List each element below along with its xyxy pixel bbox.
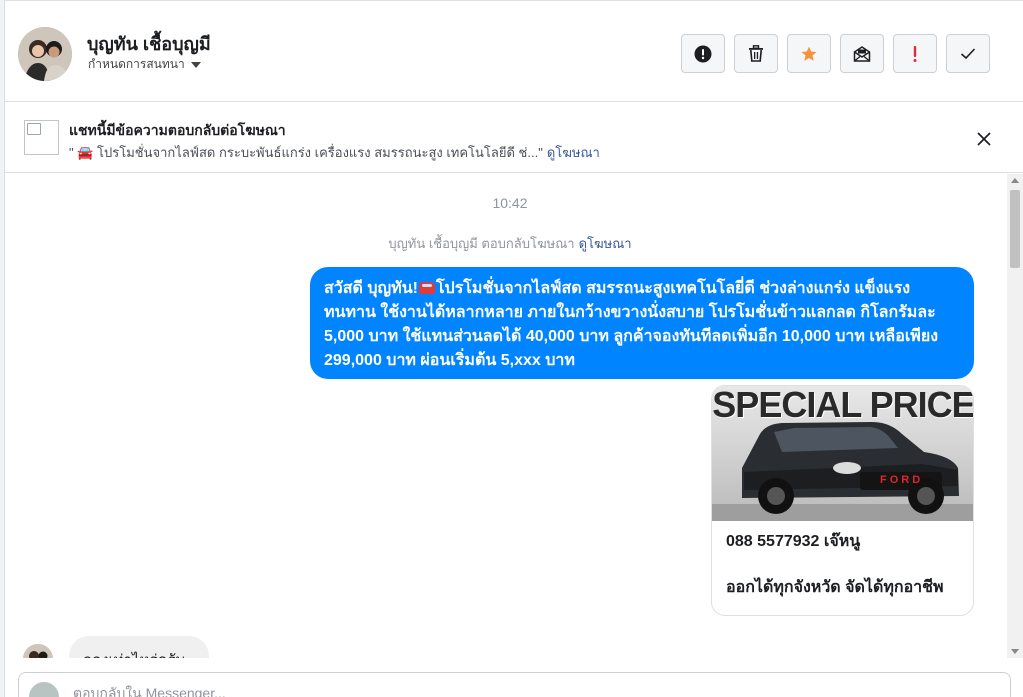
- promo-truck-image: SPECIAL PRICE FORD: [712, 386, 973, 521]
- ad-banner-title: แชทนี้มีข้อความตอบกลับต่อโฆษณา: [69, 122, 286, 138]
- report-spam-button[interactable]: [681, 34, 725, 73]
- promo-image-card[interactable]: SPECIAL PRICE FORD 088 5577932 เจ๊หนู ออ…: [711, 385, 974, 616]
- card-description-line: ออกได้ทุกจังหวัด จัดได้ทุกอาชีพ: [726, 579, 944, 596]
- trash-icon: [749, 45, 763, 62]
- conversation-header: บุญทัน เชื้อบุญมี กำหนดการสนทนา: [5, 0, 1023, 102]
- message-thread[interactable]: 10:42 บุญทัน เชื้อบุญมี ตอบกลับโฆษณา ดูโฆ…: [5, 174, 1007, 658]
- message-text-greeting: สวัสดี บุญทัน!: [324, 280, 418, 297]
- conversation-settings-label: กำหนดการสนทนา: [88, 57, 185, 71]
- reply-note-view-ad-link[interactable]: ดูโฆษณา: [579, 236, 632, 251]
- reply-composer: [18, 672, 1011, 697]
- mark-done-button[interactable]: [946, 34, 990, 73]
- ad-thumbnail[interactable]: [24, 120, 59, 155]
- car-emoji-icon: [418, 282, 435, 294]
- delete-button[interactable]: [734, 34, 778, 73]
- contact-avatar-small: [23, 644, 53, 658]
- grille-text: FORD: [880, 474, 924, 486]
- thread-scrollbar[interactable]: [1007, 174, 1023, 658]
- mark-unread-button[interactable]: [840, 34, 884, 73]
- conversation-toolbar: [681, 34, 990, 73]
- view-ad-link[interactable]: ดูโฆษณา: [547, 145, 600, 160]
- follow-up-button[interactable]: [893, 34, 937, 73]
- contact-avatar[interactable]: [18, 27, 72, 81]
- caret-down-icon: [190, 62, 201, 68]
- checkmark-icon: [960, 48, 976, 60]
- close-icon: [977, 132, 991, 146]
- truck-illustration: [712, 422, 973, 521]
- ad-banner-text: " 🚘 โปรโมชั่นจากไลฟ์สด กระบะพันธ์แกร่ง เ…: [69, 142, 600, 163]
- scrollbar-thumb[interactable]: [1010, 190, 1020, 268]
- scroll-up-arrow-icon[interactable]: [1011, 178, 1019, 183]
- star-button[interactable]: [787, 34, 831, 73]
- message-timestamp: 10:42: [492, 195, 528, 211]
- card-phone-line: 088 5577932 เจ๊หนู: [726, 533, 861, 550]
- contact-name[interactable]: บุญทัน เชื้อบุญมี: [87, 29, 211, 58]
- envelope-icon: [853, 46, 871, 62]
- conversation-settings-dropdown[interactable]: กำหนดการสนทนา: [88, 55, 201, 74]
- incoming-message-bubble[interactable]: ลองเท่าไหร่ครับ: [69, 636, 209, 658]
- outgoing-message-bubble[interactable]: สวัสดี บุญทัน! โปรโมชั่นจากไลฟ์สด สมรรถนะ…: [310, 267, 974, 379]
- exclamation-circle-icon: [694, 45, 712, 62]
- ad-quote-text: " 🚘 โปรโมชั่นจากไลฟ์สด กระบะพันธ์แกร่ง เ…: [69, 145, 543, 160]
- ad-reply-note: บุญทัน เชื้อบุญมี ตอบกลับโฆษณา ดูโฆษณา: [5, 233, 1007, 254]
- reply-input[interactable]: [73, 685, 973, 697]
- star-icon: [801, 46, 817, 61]
- scroll-down-arrow-icon[interactable]: [1011, 649, 1019, 654]
- close-banner-button[interactable]: [972, 127, 996, 151]
- exclamation-icon: [913, 45, 917, 62]
- ad-reply-note-text: บุญทัน เชื้อบุญมี ตอบกลับโฆษณา: [388, 236, 575, 251]
- page-avatar: [29, 682, 59, 697]
- ad-reply-banner: แชทนี้มีข้อความตอบกลับต่อโฆษณา " 🚘 โปรโม…: [5, 103, 1023, 173]
